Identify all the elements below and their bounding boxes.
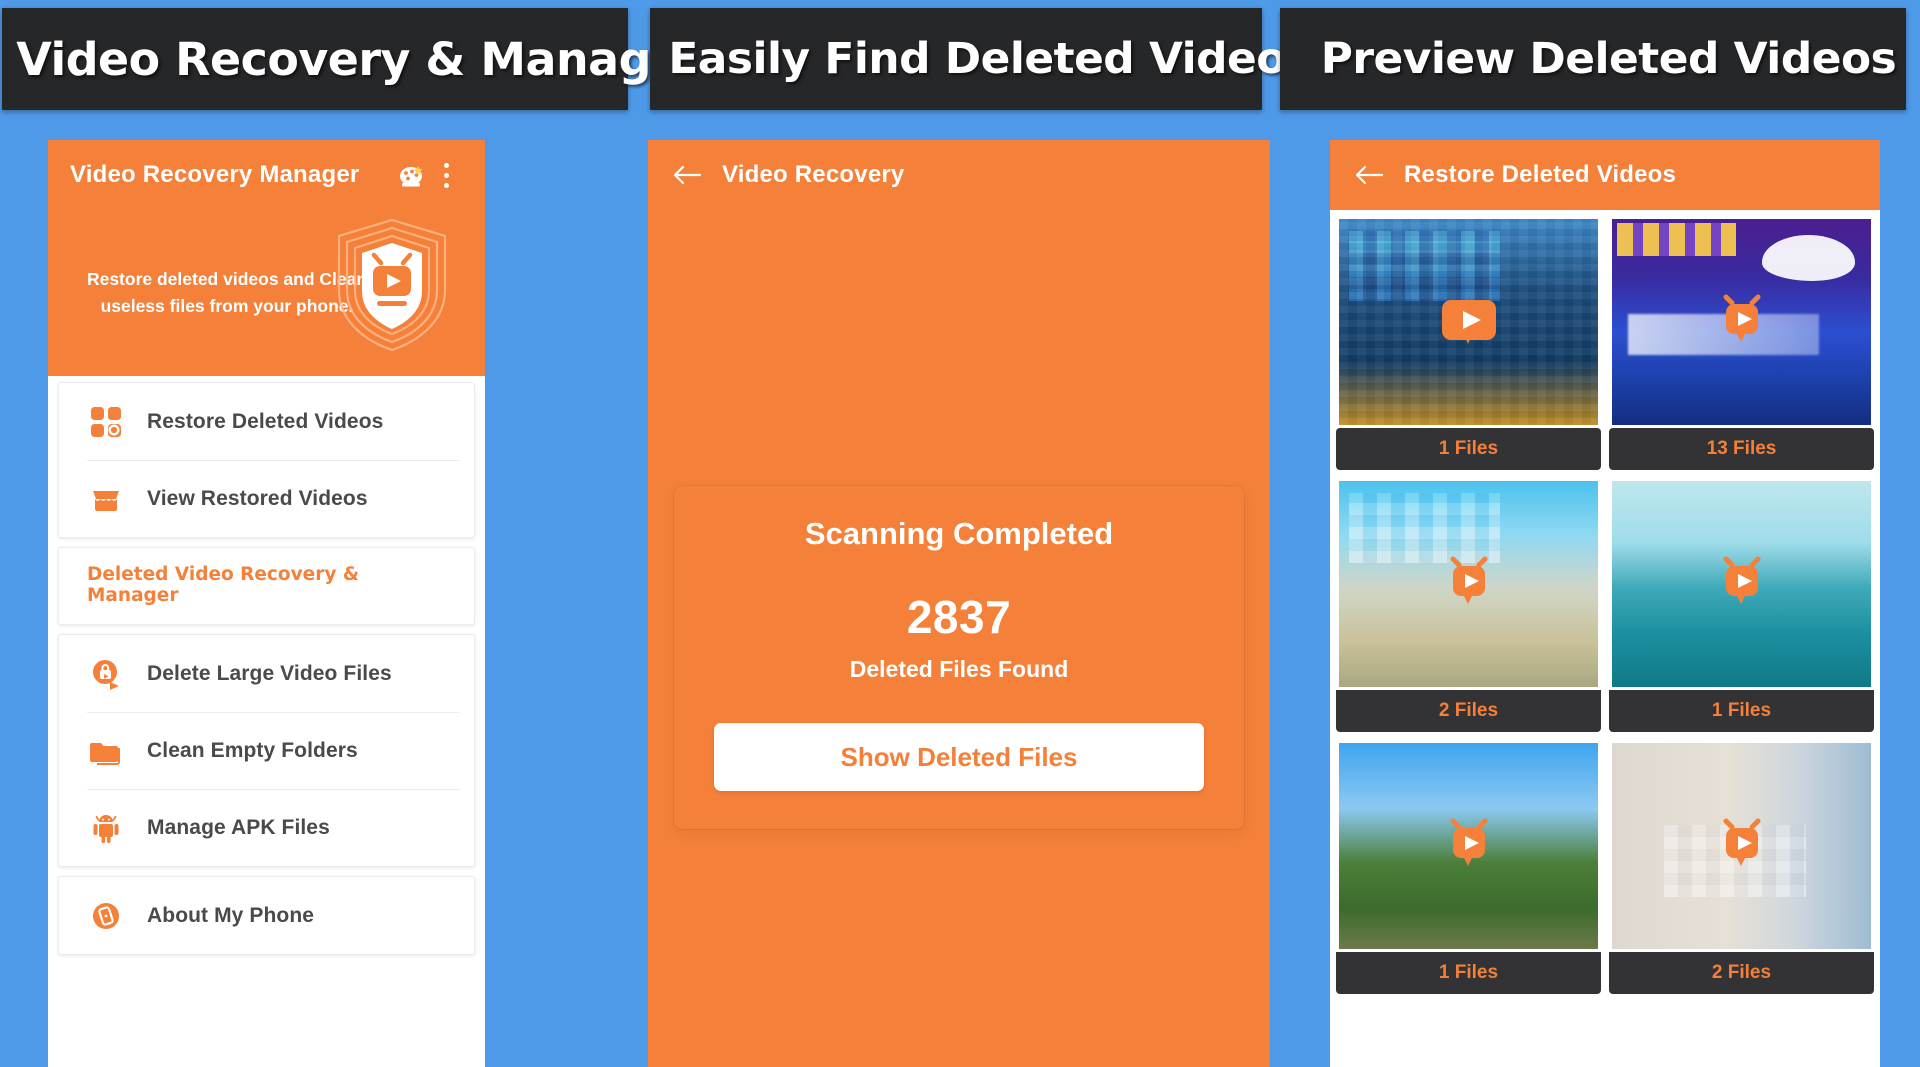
app-bar-video-recovery: Video Recovery xyxy=(648,140,1270,210)
video-folder-tile[interactable]: 13 Files xyxy=(1609,216,1874,470)
video-thumbnail xyxy=(1609,740,1874,952)
promo-panel-3: Preview Deleted Videos Restore Deleted V… xyxy=(1278,0,1920,1067)
promo-banner-2: Easily Find Deleted Videos xyxy=(650,8,1312,110)
video-lock-icon xyxy=(87,655,125,693)
pixel-blocks xyxy=(1349,231,1500,302)
video-thumbnail xyxy=(1336,478,1601,690)
menu-item-restore-deleted-videos[interactable]: Restore Deleted Videos xyxy=(59,383,474,460)
scan-result-card: Scanning Completed 2837 Deleted Files Fo… xyxy=(674,486,1244,829)
menu-item-label: Restore Deleted Videos xyxy=(147,409,384,433)
grid-search-icon xyxy=(87,403,125,441)
tile-caption: 13 Files xyxy=(1609,428,1874,470)
tile-caption: 2 Files xyxy=(1336,690,1601,732)
rate-us-icon[interactable] xyxy=(395,158,429,192)
menu-item-clean-empty-folders[interactable]: Clean Empty Folders xyxy=(59,712,474,789)
hero-tagline: Restore deleted videos and Clean useless… xyxy=(86,268,368,316)
phone-screen-3: Restore Deleted Videos 1 Files 13 Files … xyxy=(1330,140,1880,1067)
video-thumbnail xyxy=(1336,740,1601,952)
menu-item-about-my-phone[interactable]: About My Phone xyxy=(59,877,474,954)
back-arrow-icon[interactable] xyxy=(670,158,704,192)
play-badge-icon xyxy=(1711,556,1773,612)
video-thumbnail xyxy=(1336,216,1601,428)
tile-caption: 1 Files xyxy=(1336,952,1601,994)
phone-screen-2: Video Recovery Scanning Completed 2837 D… xyxy=(648,140,1270,1067)
tile-caption: 1 Files xyxy=(1336,428,1601,470)
promo-banner-title-3: Preview Deleted Videos xyxy=(1320,34,1897,84)
video-folder-tile[interactable]: 1 Files xyxy=(1609,478,1874,732)
video-folder-tile[interactable]: 2 Files xyxy=(1609,740,1874,994)
android-icon xyxy=(87,809,125,847)
promo-panel-2: Easily Find Deleted Videos Video Recover… xyxy=(648,0,1312,1067)
play-badge-icon xyxy=(1438,556,1500,612)
home-menu: Restore Deleted Videos View Restored Vid… xyxy=(48,376,485,955)
deleted-files-count: 2837 xyxy=(906,591,1012,643)
video-thumbnail xyxy=(1609,216,1874,428)
play-badge-icon xyxy=(1711,294,1773,350)
menu-section-header: Deleted Video Recovery & Manager xyxy=(58,547,475,625)
kebab-dots xyxy=(443,162,449,188)
screenshot-stage: Video Recovery & Manager Video Recovery … xyxy=(0,0,1920,1067)
app-bar-title-home: Video Recovery Manager xyxy=(70,161,360,188)
cloud-shape xyxy=(1762,235,1856,281)
menu-item-view-restored-videos[interactable]: View Restored Videos xyxy=(59,460,474,537)
menu-card-primary: Restore Deleted Videos View Restored Vid… xyxy=(58,382,475,538)
menu-item-delete-large-video-files[interactable]: Delete Large Video Files xyxy=(59,635,474,712)
promo-banner-3: Preview Deleted Videos xyxy=(1280,8,1906,110)
app-bar-title-video-recovery: Video Recovery xyxy=(722,161,905,188)
folder-icon xyxy=(87,732,125,770)
scan-status-title: Scanning Completed xyxy=(804,516,1114,551)
overflow-menu-icon[interactable] xyxy=(429,158,463,192)
deleted-files-label: Deleted Files Found xyxy=(849,656,1069,682)
menu-item-label: Delete Large Video Files xyxy=(147,661,392,685)
play-badge-icon xyxy=(1438,818,1500,874)
video-folder-tile[interactable]: 2 Files xyxy=(1336,478,1601,732)
video-folder-grid: 1 Files 13 Files 2 Files 1 Files 1 Files… xyxy=(1330,210,1880,994)
hero-banner: Restore deleted videos and Clean useless… xyxy=(48,210,485,376)
show-deleted-files-button[interactable]: Show Deleted Files xyxy=(714,723,1204,791)
menu-card-about: About My Phone xyxy=(58,876,475,955)
tile-caption: 1 Files xyxy=(1609,690,1874,732)
menu-item-label: Manage APK Files xyxy=(147,815,330,839)
scan-result-area: Scanning Completed 2837 Deleted Files Fo… xyxy=(648,210,1270,1067)
phone-screen-1: Video Recovery Manager Restore deleted v… xyxy=(48,140,485,1067)
menu-item-label: View Restored Videos xyxy=(147,486,368,510)
video-folder-tile[interactable]: 1 Files xyxy=(1336,740,1601,994)
menu-section-title: Deleted Video Recovery & Manager xyxy=(87,564,359,606)
shield-tv-logo-icon xyxy=(331,216,453,354)
menu-item-label: About My Phone xyxy=(147,903,315,927)
video-folder-tile[interactable]: 1 Files xyxy=(1336,216,1601,470)
menu-item-manage-apk-files[interactable]: Manage APK Files xyxy=(59,789,474,866)
promo-banner-title-2: Easily Find Deleted Videos xyxy=(668,34,1312,84)
phone-info-icon xyxy=(87,897,125,935)
promo-banner-1: Video Recovery & Manager xyxy=(2,8,704,110)
pixel-blocks xyxy=(1349,493,1500,564)
app-bar-home: Video Recovery Manager xyxy=(48,140,485,210)
play-badge-icon xyxy=(1711,818,1773,874)
back-arrow-icon[interactable] xyxy=(1352,158,1386,192)
video-thumbnail xyxy=(1609,478,1874,690)
pixel-blocks xyxy=(1617,223,1737,257)
menu-item-label: Clean Empty Folders xyxy=(147,738,358,762)
play-badge-icon xyxy=(1438,294,1500,350)
app-bar-title-restore-deleted-videos: Restore Deleted Videos xyxy=(1404,161,1677,188)
menu-card-manager: Delete Large Video Files Clean Empty Fol… xyxy=(58,634,475,867)
app-bar-restore-deleted-videos: Restore Deleted Videos xyxy=(1330,140,1880,210)
archive-box-icon xyxy=(87,480,125,518)
promo-banner-title-1: Video Recovery & Manager xyxy=(16,32,704,86)
tile-caption: 2 Files xyxy=(1609,952,1874,994)
promo-panel-1: Video Recovery & Manager Video Recovery … xyxy=(0,0,704,1067)
